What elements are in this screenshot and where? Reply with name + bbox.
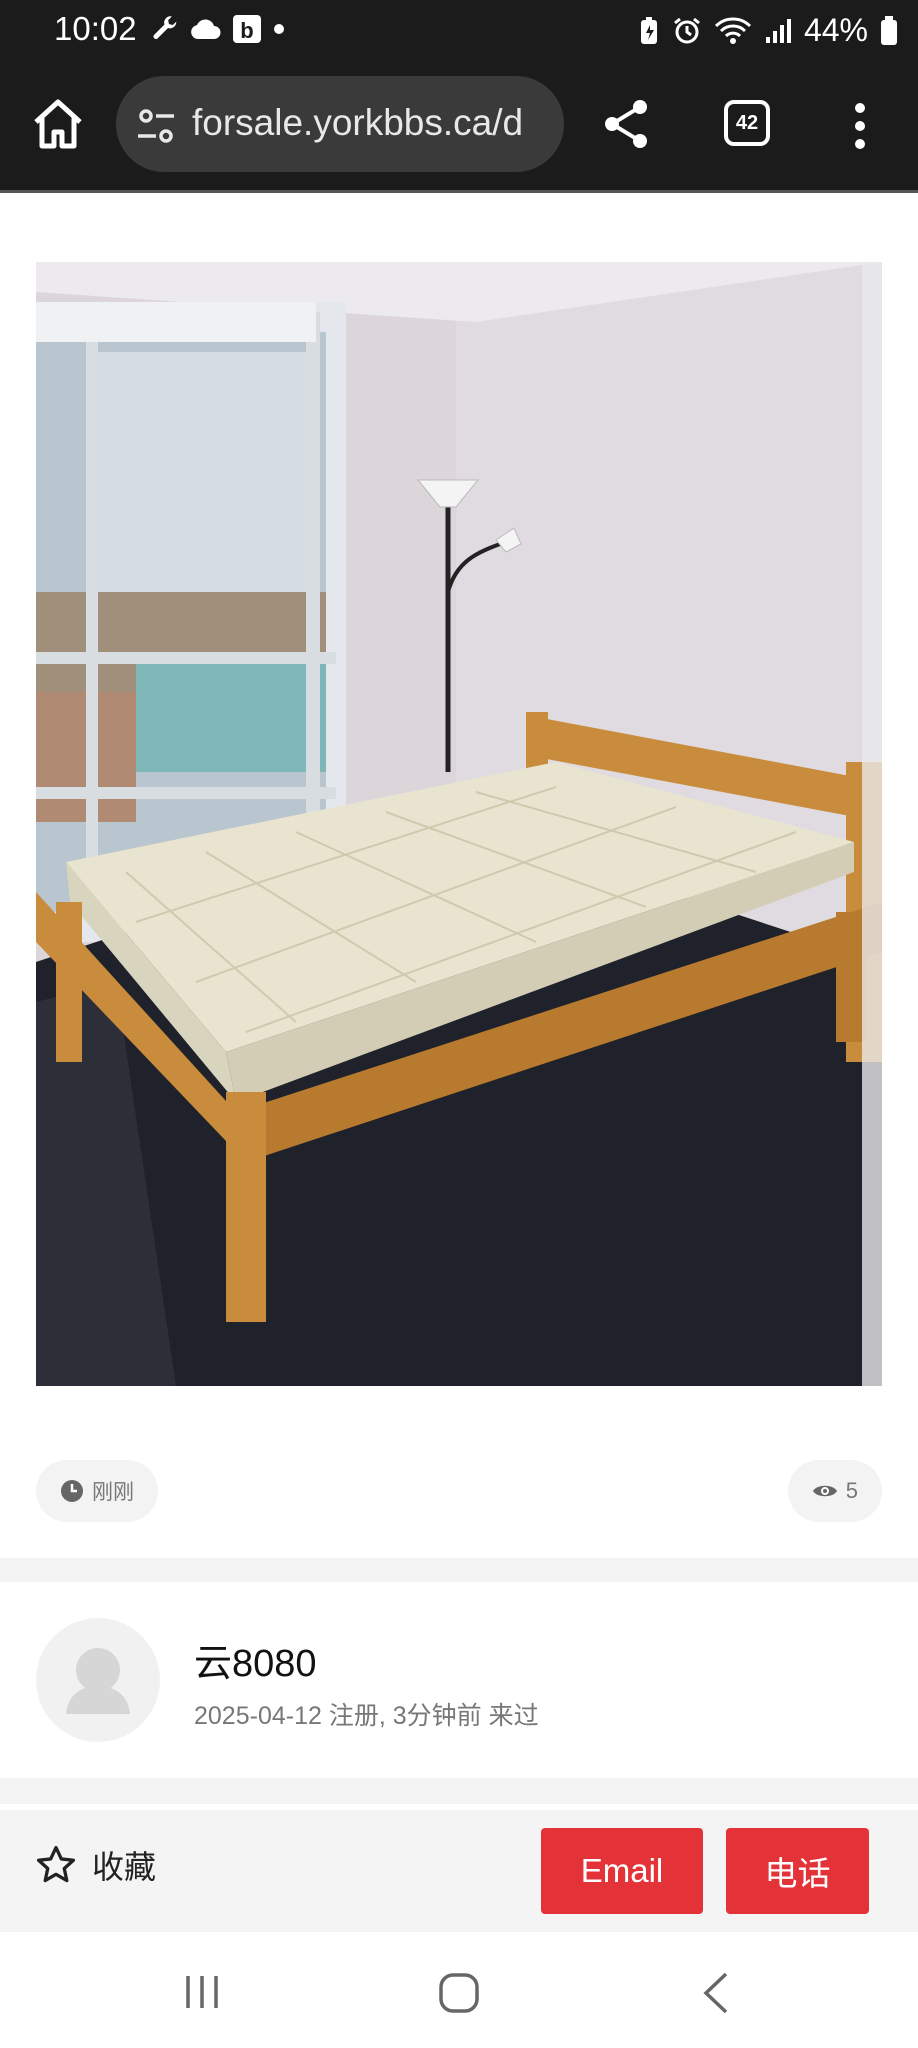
section-separator	[0, 1558, 918, 1582]
view-count-text: 5	[845, 1478, 858, 1503]
star-icon	[36, 1845, 76, 1883]
posted-time-text: 刚刚	[92, 1481, 134, 1504]
wifi-icon	[714, 16, 752, 44]
eye-icon	[812, 1485, 837, 1497]
browser-toolbar: forsale.yorkbbs.ca/d 42	[0, 62, 918, 190]
battery-icon	[881, 15, 897, 45]
listing-photo[interactable]	[36, 262, 882, 1386]
status-system-icons: 44%	[638, 12, 898, 49]
share-icon[interactable]	[600, 98, 652, 150]
more-menu-icon[interactable]	[848, 98, 872, 154]
cloud-icon	[191, 19, 221, 39]
dot-icon	[274, 24, 284, 34]
battery-saver-icon	[640, 16, 657, 44]
alarm-icon	[674, 17, 700, 43]
back-icon[interactable]	[700, 1970, 732, 2016]
status-time: 10:02	[54, 10, 137, 47]
email-button[interactable]: Email	[541, 1828, 703, 1914]
status-notification-icons: b	[150, 14, 286, 44]
url-text[interactable]: forsale.yorkbbs.ca/d	[192, 102, 552, 144]
avatar[interactable]	[36, 1618, 160, 1742]
favorite-button[interactable]: 收藏	[34, 1842, 156, 1888]
home-icon[interactable]	[30, 96, 86, 152]
signal-icon	[765, 18, 791, 43]
seller-meta: 2025-04-12 注册, 3分钟前 来过	[194, 1702, 539, 1730]
recent-apps-icon[interactable]	[182, 1972, 222, 2012]
address-bar[interactable]: forsale.yorkbbs.ca/d	[116, 76, 564, 172]
view-count-badge: 5	[787, 1460, 882, 1522]
toolbar-divider	[0, 190, 918, 193]
user-placeholder-icon	[66, 1648, 130, 1714]
system-nav-bar	[0, 1932, 918, 2048]
phone-button[interactable]: 电话	[726, 1828, 869, 1914]
svg-text:b: b	[240, 18, 253, 43]
tab-switcher-button[interactable]: 42	[724, 100, 770, 146]
nav-home-icon[interactable]	[438, 1972, 480, 2014]
seller-name[interactable]: 云8080	[194, 1632, 317, 1687]
action-bar: 收藏 Email 电话	[0, 1810, 918, 1932]
status-bar: 10:02 b 44%	[0, 0, 918, 62]
bed-illustration	[36, 262, 882, 1386]
b-app-icon: b	[233, 15, 261, 43]
posted-time-badge: 刚刚	[36, 1460, 158, 1522]
clock-icon	[61, 1480, 83, 1502]
section-separator	[0, 1778, 918, 1804]
favorite-label: 收藏	[92, 1849, 157, 1885]
battery-percent: 44%	[803, 12, 868, 48]
site-settings-icon[interactable]	[136, 106, 176, 146]
wrench-icon	[153, 16, 177, 39]
